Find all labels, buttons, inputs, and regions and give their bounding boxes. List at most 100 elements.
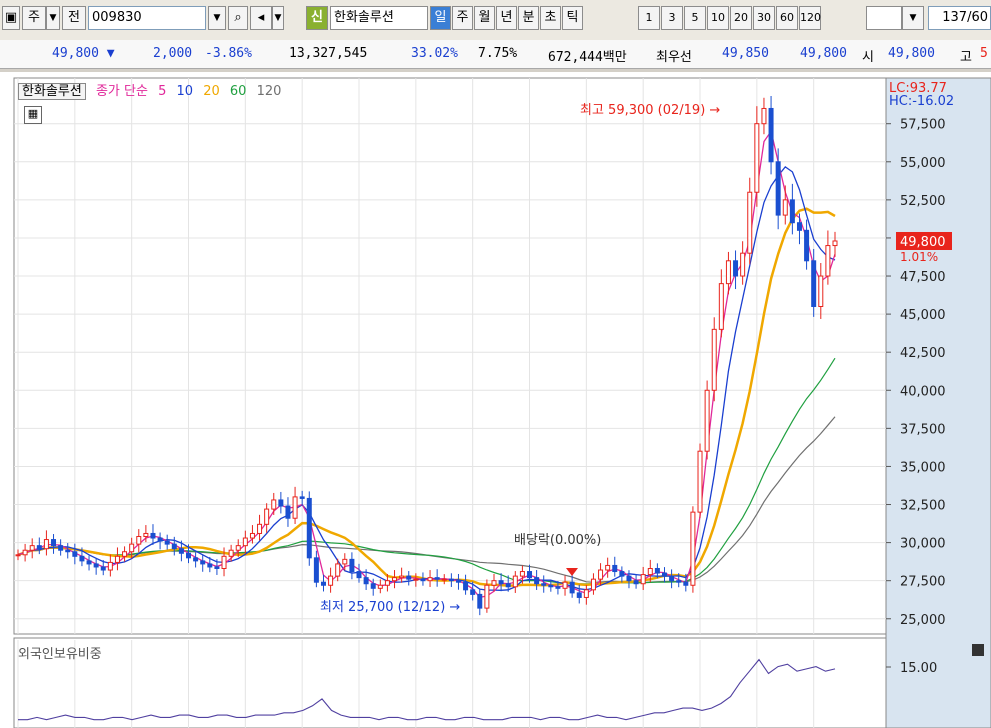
candle-body xyxy=(186,552,192,559)
candle-body xyxy=(150,532,156,539)
price-axis-panel xyxy=(885,77,991,728)
candle-body xyxy=(313,557,319,583)
candle-body xyxy=(285,505,291,519)
candle-body xyxy=(178,548,184,554)
candle-body xyxy=(271,499,277,510)
candle-body xyxy=(640,574,646,585)
candle-body xyxy=(505,583,511,588)
candle-body xyxy=(377,584,383,589)
candle-body xyxy=(633,580,639,585)
candle-body xyxy=(555,586,561,589)
candle-body xyxy=(825,245,831,277)
y-tick-label: 35,000 xyxy=(900,460,946,475)
candle-body xyxy=(349,558,355,573)
y-tick-label: 30,000 xyxy=(900,537,946,552)
price-chart[interactable]: 57,50055,00052,50050,00047,50045,00042,5… xyxy=(0,0,991,728)
candle-body xyxy=(65,549,71,553)
candle-body xyxy=(143,532,149,538)
candle-body xyxy=(818,275,824,307)
candle-body xyxy=(661,572,667,577)
candle-body xyxy=(541,583,547,586)
candle-body xyxy=(576,592,582,598)
candle-body xyxy=(605,564,611,571)
candle-body xyxy=(491,580,497,586)
candle-body xyxy=(157,537,163,542)
candle-body xyxy=(519,571,525,577)
legend-ma20: 20 xyxy=(203,84,220,99)
candle-body xyxy=(512,575,518,588)
candle-body xyxy=(29,545,35,551)
candle-body xyxy=(669,575,675,582)
y-tick-label: 42,500 xyxy=(900,346,946,361)
candle-body xyxy=(107,561,113,571)
candle-body xyxy=(754,123,760,193)
candle-body xyxy=(278,499,284,507)
candle-body xyxy=(470,589,476,595)
candle-body xyxy=(455,580,461,583)
candle-body xyxy=(79,555,85,562)
sub-tick-label: 15.00 xyxy=(900,661,937,676)
candle-body xyxy=(690,511,696,586)
candle-body xyxy=(747,191,753,254)
candle-body xyxy=(598,569,604,580)
candle-body xyxy=(704,389,710,452)
candle-body xyxy=(214,566,220,569)
sub-close-icon xyxy=(972,644,984,656)
sub-plot-frame xyxy=(13,637,887,728)
candle-body xyxy=(832,240,838,247)
candle-body xyxy=(434,577,440,580)
y-tick-label: 57,500 xyxy=(900,118,946,133)
candle-body xyxy=(22,549,28,556)
candle-body xyxy=(498,580,504,585)
candle-body xyxy=(775,161,781,216)
candle-body xyxy=(420,578,426,582)
candle-body xyxy=(392,577,398,582)
candle-body xyxy=(789,199,795,224)
candle-body xyxy=(683,581,689,586)
candle-body xyxy=(768,107,774,163)
candle-body xyxy=(612,564,618,573)
candle-body xyxy=(406,575,412,580)
candle-body xyxy=(58,545,64,551)
candle-body xyxy=(200,560,206,565)
candle-body xyxy=(733,260,739,277)
candle-body xyxy=(448,578,454,582)
candle-body xyxy=(43,539,49,550)
candle-body xyxy=(249,532,255,539)
grid-icon[interactable]: ▦ xyxy=(24,106,42,124)
candle-body xyxy=(299,496,305,499)
candle-body xyxy=(796,222,802,231)
candle-body xyxy=(527,571,533,579)
candle-body xyxy=(306,497,312,559)
candle-body xyxy=(136,536,142,545)
candle-body xyxy=(569,581,575,594)
candle-body xyxy=(484,584,490,609)
candle-body xyxy=(804,229,810,262)
y-tick-label: 37,500 xyxy=(900,422,946,437)
candle-body xyxy=(15,554,21,557)
candle-body xyxy=(548,584,554,588)
low-annotation: 최저 25,700 (12/12) → xyxy=(320,600,460,615)
current-pct-label: 1.01% xyxy=(900,250,938,264)
candle-body xyxy=(320,581,326,586)
legend-ma-label: 종가 단순 xyxy=(95,84,148,99)
candle-body xyxy=(93,563,99,568)
legend-ma60: 60 xyxy=(229,84,247,99)
candle-body xyxy=(619,571,625,577)
legend-stock[interactable]: 한화솔루션 xyxy=(18,83,86,100)
candle-body xyxy=(654,567,660,574)
candle-body xyxy=(676,580,682,583)
candle-body xyxy=(342,558,348,565)
candle-body xyxy=(761,107,767,125)
candle-body xyxy=(193,557,199,562)
candle-body xyxy=(711,328,717,391)
y-tick-label: 45,000 xyxy=(900,308,946,323)
candle-body xyxy=(292,496,298,519)
candle-body xyxy=(171,543,177,550)
candle-body xyxy=(356,571,362,579)
candle-body xyxy=(51,539,57,547)
candle-body xyxy=(477,593,483,609)
dividend-annotation: 배당락(0.00%) xyxy=(514,533,601,548)
current-price-label: 49,800 xyxy=(900,235,946,250)
candle-body xyxy=(534,577,540,585)
